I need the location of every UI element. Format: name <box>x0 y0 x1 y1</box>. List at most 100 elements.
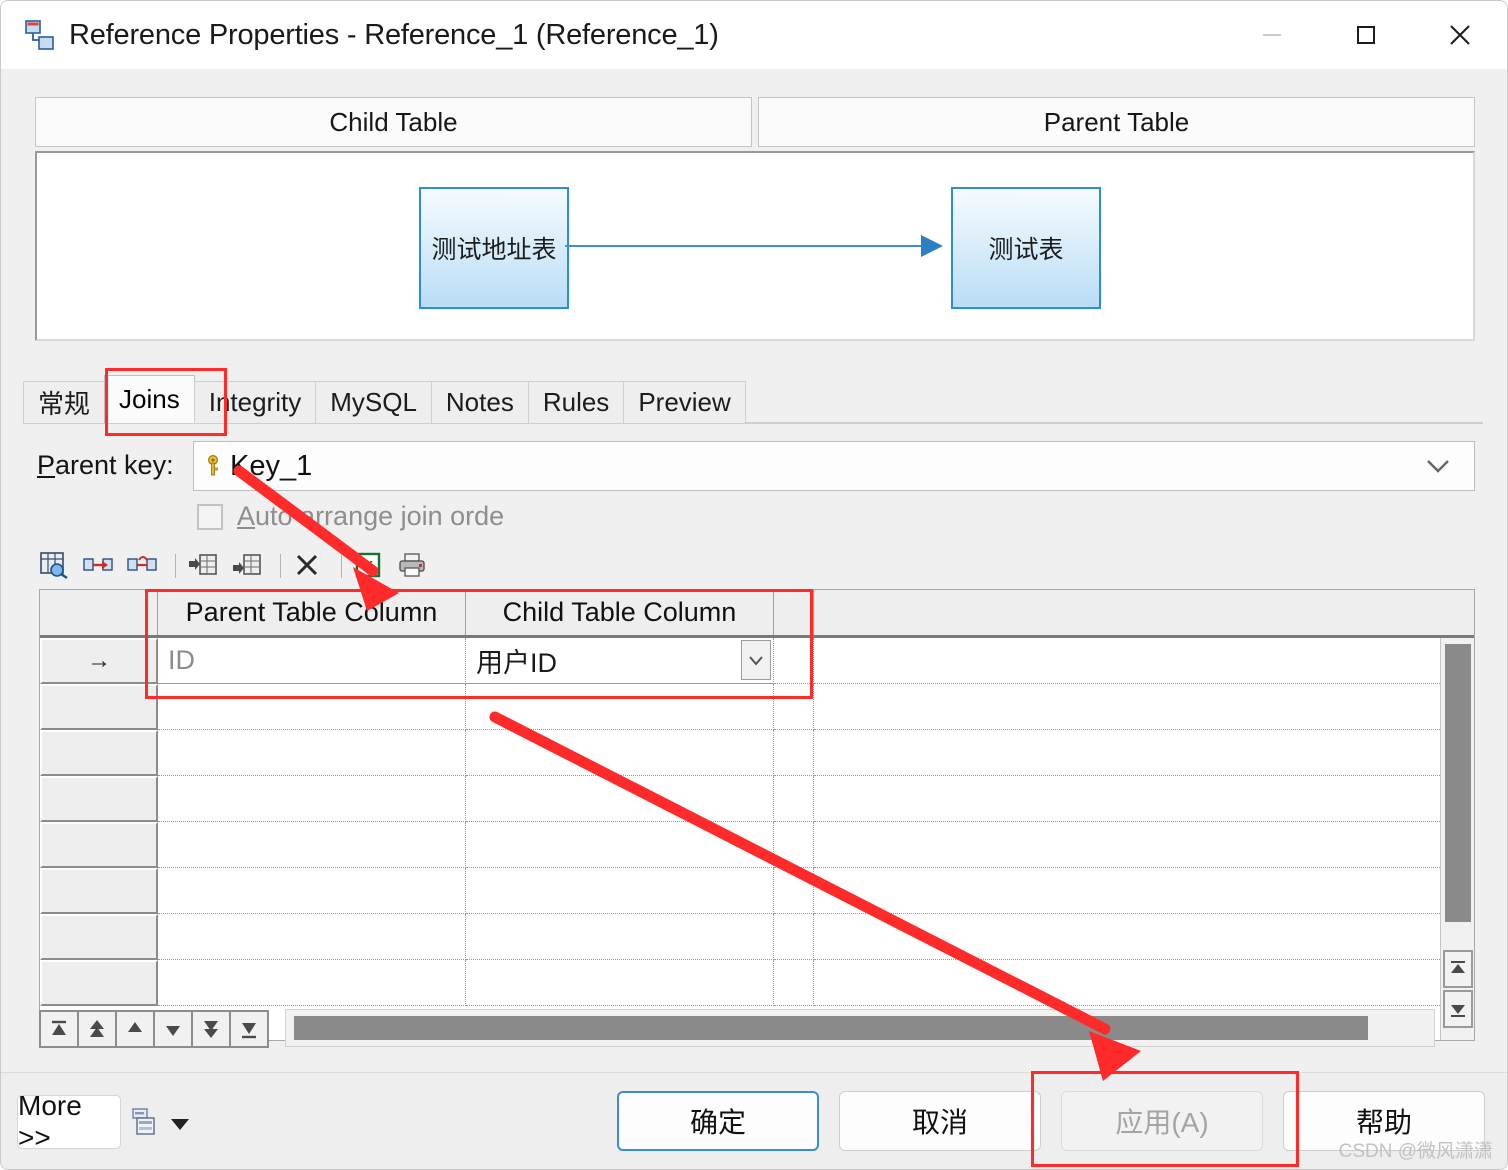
cell-spacer <box>774 868 814 914</box>
cell-spacer <box>774 960 814 1006</box>
nav-next-icon[interactable] <box>153 1010 193 1048</box>
cell-parent-column[interactable] <box>158 914 466 960</box>
tab-notes-label: Notes <box>445 387 514 417</box>
row-indicator[interactable] <box>40 960 158 1006</box>
ok-button[interactable]: 确定 <box>617 1091 819 1151</box>
chevron-down-icon[interactable] <box>1424 456 1452 481</box>
cell-parent-column[interactable] <box>158 730 466 776</box>
table-row[interactable] <box>40 914 1474 960</box>
nav-last-icon[interactable] <box>229 1010 269 1048</box>
tab-integrity[interactable]: Integrity <box>193 381 317 423</box>
cell-parent-column[interactable] <box>158 684 466 730</box>
row-indicator[interactable] <box>40 868 158 914</box>
auto-arrange-join-order-row[interactable]: Auto arrange join orde <box>197 501 504 532</box>
close-icon[interactable] <box>1413 1 1507 69</box>
nav-next-page-icon[interactable] <box>191 1010 231 1048</box>
maximize-icon[interactable] <box>1319 1 1413 69</box>
scroll-top-button[interactable] <box>1443 950 1473 988</box>
child-entity-box[interactable]: 测试地址表 <box>419 187 569 309</box>
parent-entity-box[interactable]: 测试表 <box>951 187 1101 309</box>
grid-header-filler <box>814 590 1474 635</box>
row-indicator[interactable] <box>40 684 158 730</box>
tab-joins[interactable]: Joins <box>104 375 195 423</box>
cell-child-column[interactable] <box>466 868 774 914</box>
delete-row-icon[interactable] <box>293 551 327 581</box>
row-indicator[interactable] <box>40 730 158 776</box>
minimize-icon[interactable] <box>1225 1 1319 69</box>
insert-row-before-icon[interactable] <box>188 551 222 581</box>
table-row[interactable] <box>40 868 1474 914</box>
row-indicator[interactable] <box>40 776 158 822</box>
tab-rules[interactable]: Rules <box>527 381 625 423</box>
table-row[interactable] <box>40 684 1474 730</box>
cell-child-column[interactable]: 用户ID <box>466 638 774 684</box>
parent-key-combobox[interactable]: Key_1 <box>193 441 1475 491</box>
more-dropdown-caret-icon[interactable] <box>171 1119 189 1130</box>
vertical-scrollbar-thumb[interactable] <box>1445 644 1471 922</box>
grid-vertical-scrollbar[interactable] <box>1440 638 1474 1040</box>
auto-arrange-checkbox[interactable] <box>197 503 223 530</box>
tab-mysql[interactable]: MySQL <box>315 381 432 423</box>
cell-parent-column[interactable] <box>158 776 466 822</box>
cell-filler <box>814 730 1474 776</box>
auto-arrange-label: Auto arrange join orde <box>237 501 504 532</box>
cell-child-column-value: 用户ID <box>476 648 557 678</box>
cell-spacer <box>774 638 814 684</box>
export-excel-icon[interactable]: X <box>354 551 388 581</box>
tab-general[interactable]: 常规 <box>23 381 106 423</box>
row-indicator[interactable] <box>40 822 158 868</box>
insert-row-after-icon[interactable] <box>232 551 266 581</box>
tab-preview[interactable]: Preview <box>623 381 746 423</box>
cell-child-column[interactable] <box>466 776 774 822</box>
join-mapping-grid[interactable]: Parent Table Column Child Table Column →… <box>39 589 1475 1041</box>
parent-key-label-rest: arent key: <box>55 450 174 480</box>
link-columns-icon[interactable] <box>83 551 117 581</box>
table-row[interactable] <box>40 776 1474 822</box>
cell-filler <box>814 776 1474 822</box>
parent-key-label: Parent key: <box>37 450 174 481</box>
parent-entity-label: 测试表 <box>988 236 1064 264</box>
toolbar-separator-2 <box>280 554 281 578</box>
tab-preview-label: Preview <box>638 387 731 417</box>
record-navigator <box>39 1009 1475 1049</box>
auto-arrange-label-rest: uto arrange join orde <box>255 501 505 531</box>
layout-options-icon[interactable] <box>131 1107 159 1137</box>
cell-filler <box>814 638 1474 684</box>
tab-general-label: 常规 <box>38 389 91 419</box>
cell-parent-column[interactable] <box>158 868 466 914</box>
more-button[interactable]: More >> <box>17 1090 121 1153</box>
cell-filler <box>814 914 1474 960</box>
print-icon[interactable] <box>398 551 432 581</box>
nav-first-icon[interactable] <box>39 1010 79 1048</box>
grid-header-parent-table-column[interactable]: Parent Table Column <box>158 590 466 635</box>
row-indicator[interactable] <box>40 914 158 960</box>
table-row[interactable]: → ID 用户ID <box>40 638 1474 684</box>
grid-header-child-table-column[interactable]: Child Table Column <box>466 590 774 635</box>
table-row[interactable] <box>40 960 1474 1006</box>
row-indicator[interactable]: → <box>40 638 158 684</box>
relationship-diagram[interactable]: 测试地址表 测试表 <box>35 151 1475 341</box>
csdn-watermark: CSDN @微风潇潇 <box>1338 1141 1493 1162</box>
relationship-arrow-icon <box>921 235 943 257</box>
cell-parent-column[interactable] <box>158 960 466 1006</box>
parent-table-header: Parent Table <box>758 97 1475 147</box>
reference-properties-dialog: Reference Properties - Reference_1 (Refe… <box>0 0 1508 1170</box>
cell-parent-column[interactable] <box>158 822 466 868</box>
nav-prev-icon[interactable] <box>115 1010 155 1048</box>
tab-notes[interactable]: Notes <box>430 381 529 423</box>
cell-child-column[interactable] <box>466 914 774 960</box>
cell-parent-column[interactable]: ID <box>158 638 466 684</box>
cell-dropdown-icon[interactable] <box>741 640 771 680</box>
table-row[interactable] <box>40 730 1474 776</box>
cell-child-column[interactable] <box>466 822 774 868</box>
table-row[interactable] <box>40 822 1474 868</box>
cell-child-column[interactable] <box>466 960 774 1006</box>
cancel-button[interactable]: 取消 <box>839 1091 1041 1151</box>
cell-child-column[interactable] <box>466 730 774 776</box>
cell-spacer <box>774 730 814 776</box>
nav-prev-page-icon[interactable] <box>77 1010 117 1048</box>
apply-button[interactable]: 应用(A) <box>1061 1091 1263 1151</box>
unlink-columns-icon[interactable] <box>127 551 161 581</box>
find-columns-icon[interactable] <box>39 551 73 581</box>
cell-child-column[interactable] <box>466 684 774 730</box>
